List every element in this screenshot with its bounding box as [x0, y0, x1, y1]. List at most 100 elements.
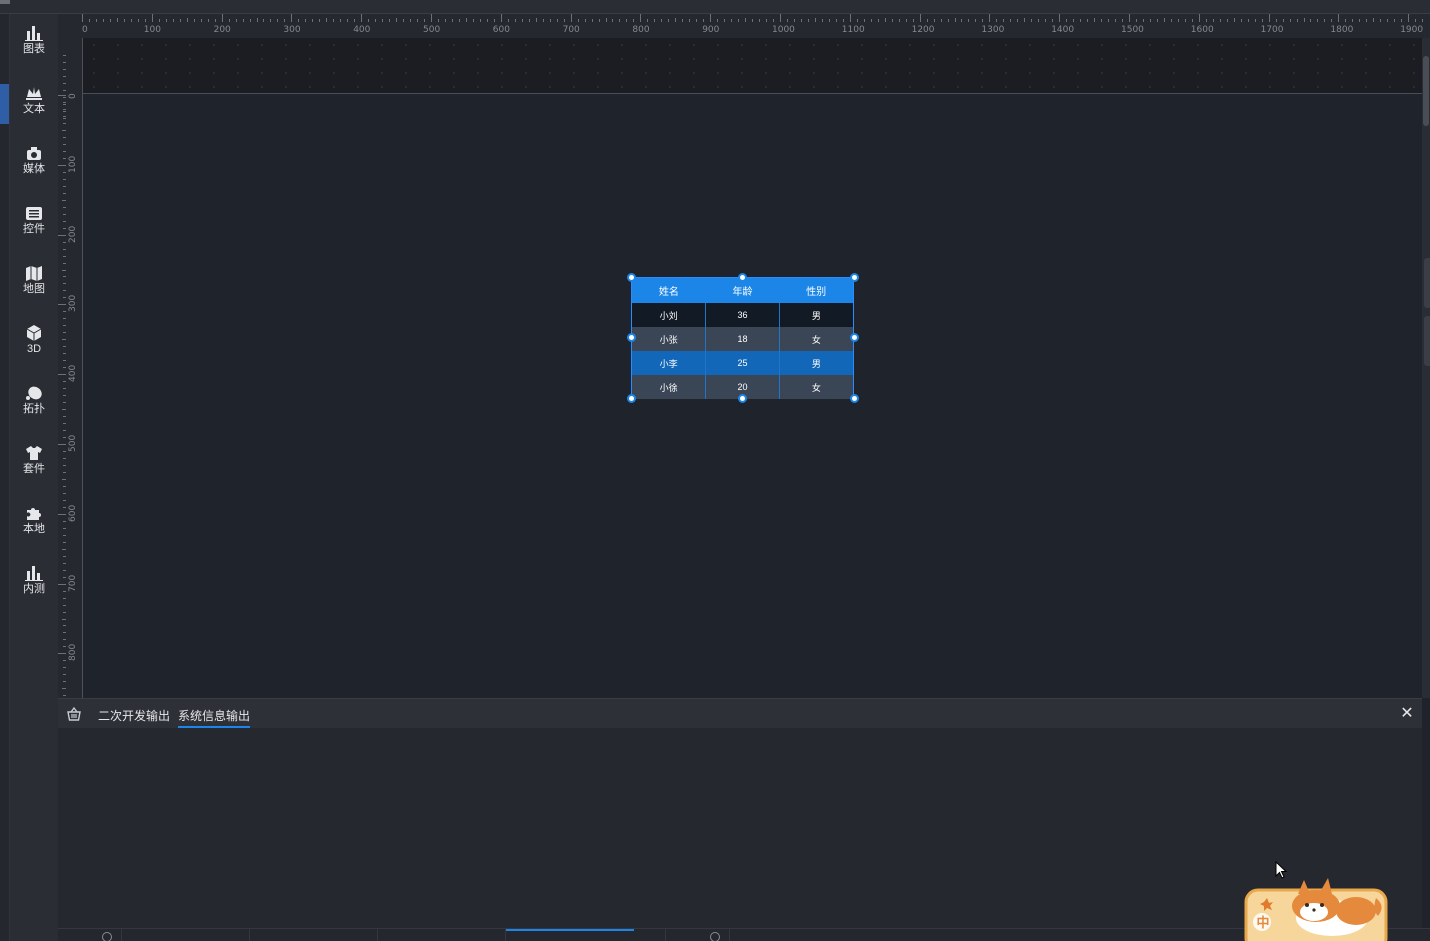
resize-handle-right[interactable]	[850, 333, 859, 342]
table-header-cell: 姓名	[632, 278, 706, 303]
ruler-tick	[319, 19, 321, 22]
ruler-tick	[102, 19, 104, 22]
ruler-tick	[458, 19, 460, 22]
resize-handle-top[interactable]	[738, 273, 747, 282]
sidebar-item-beta[interactable]: 内测	[10, 564, 58, 614]
ruler-tick	[1233, 18, 1235, 22]
right-panel-tab[interactable]	[1424, 258, 1430, 308]
ruler-tick	[63, 276, 66, 278]
right-panel-tab[interactable]	[1424, 316, 1430, 366]
ruler-tick	[1115, 19, 1117, 22]
sidebar-item-text[interactable]: 文本	[10, 84, 58, 134]
ruler-tick	[58, 164, 66, 166]
sidebar-item-widget[interactable]: 控件	[10, 204, 58, 254]
ruler-tick	[1108, 19, 1110, 22]
ruler-tick	[63, 534, 66, 536]
ruler-tick	[926, 19, 928, 22]
ruler-tick	[214, 19, 216, 22]
ruler-tick	[1240, 19, 1242, 22]
ruler-label: 300	[283, 25, 301, 35]
ruler-tick	[63, 360, 66, 362]
sidebar-item-topology[interactable]: 拓扑	[10, 384, 58, 434]
info-icon[interactable]	[710, 932, 720, 941]
ruler-label: 800	[632, 25, 650, 35]
sidebar-item-media[interactable]: 媒体	[10, 144, 58, 194]
sidebar-item-label: 套件	[23, 463, 45, 475]
sidebar-item-label: 地图	[23, 283, 45, 295]
fox-mascot[interactable]: 中	[1244, 876, 1388, 941]
sidebar-item-label: 控件	[23, 223, 45, 235]
ruler-tick	[63, 220, 66, 222]
ruler-tick	[95, 19, 97, 22]
resize-handle-top-right[interactable]	[850, 273, 859, 282]
close-icon[interactable]: ✕	[1398, 705, 1416, 723]
ruler-label: 0	[68, 93, 78, 99]
resize-handle-left[interactable]	[627, 333, 636, 342]
ruler-tick	[207, 19, 209, 22]
ruler-tick	[228, 19, 230, 22]
ruler-tick	[640, 14, 642, 22]
ruler-tick	[63, 695, 66, 697]
sidebar-item-chart[interactable]: 图表	[10, 24, 58, 74]
ruler-tick	[63, 332, 66, 334]
ruler-tick	[354, 19, 356, 22]
ruler-tick	[62, 548, 66, 550]
scrollbar-thumb[interactable]	[1423, 56, 1429, 126]
tab-dev-output[interactable]: 二次开发输出	[98, 707, 170, 724]
ruler-tick	[1219, 19, 1221, 22]
sidebar-item-local[interactable]: 本地	[10, 504, 58, 554]
ruler-tick	[63, 471, 66, 473]
editor-app: 图表 文本 媒体 控件 地图 3D 拓扑 套件 本地 内测 0 100 200 …	[0, 0, 1430, 941]
ruler-tick	[63, 353, 66, 355]
ruler-tick	[542, 19, 544, 22]
sidebar-item-3d[interactable]: 3D	[10, 324, 58, 374]
ruler-tick	[424, 19, 426, 22]
ruler-tick	[1352, 19, 1354, 22]
ruler-tick	[333, 19, 335, 22]
ruler-tick	[63, 68, 66, 70]
ruler-label: 600	[68, 504, 78, 522]
ruler-tick	[1296, 19, 1298, 22]
ruler-tick	[63, 457, 66, 459]
ruler-tick	[63, 171, 66, 173]
sidebar-item-map[interactable]: 地图	[10, 264, 58, 314]
ruler-tick	[800, 19, 802, 22]
ruler-tick	[368, 19, 370, 22]
ruler-tick	[863, 19, 865, 22]
ruler-tick	[1401, 19, 1403, 22]
ruler-tick	[1366, 19, 1368, 22]
resize-handle-bottom-left[interactable]	[627, 394, 636, 403]
ruler-tick	[968, 19, 970, 22]
ruler-tick	[63, 499, 66, 501]
sidebar-item-kit[interactable]: 套件	[10, 444, 58, 494]
tab-system-output[interactable]: 系统信息输出	[178, 707, 251, 728]
ruler-tick	[109, 19, 111, 22]
ruler-tick	[584, 19, 586, 22]
ruler-tick	[62, 618, 66, 620]
table-cell: 小徐	[632, 375, 707, 399]
resize-handle-bottom-right[interactable]	[850, 394, 859, 403]
ruler-tick	[814, 18, 816, 22]
resize-handle-top-left[interactable]	[627, 273, 636, 282]
ruler-tick	[312, 19, 314, 22]
table-widget[interactable]: 姓名 年龄 性别 小刘 36 男 小张 18 女 小李 25 男 小徐 20 女	[631, 277, 854, 399]
resize-handle-bottom[interactable]	[738, 394, 747, 403]
basket-icon[interactable]	[66, 706, 82, 722]
ruler-tick	[63, 660, 66, 662]
ruler-tick	[158, 19, 160, 22]
ruler-tick	[389, 19, 391, 22]
ruler-tick	[62, 339, 66, 341]
canvas-scrollbar[interactable]	[1422, 38, 1430, 698]
ruler-tick	[1038, 19, 1040, 22]
ruler-label: 500	[423, 25, 441, 35]
ruler-tick	[1045, 19, 1047, 22]
ruler-tick	[514, 19, 516, 22]
left-strip-accent	[0, 84, 9, 124]
puzzle-icon	[25, 504, 43, 522]
ruler-tick	[1024, 18, 1026, 22]
info-icon[interactable]	[102, 932, 112, 941]
ruler-tick	[63, 108, 66, 110]
ruler-tick	[58, 304, 66, 306]
ruler-tick	[598, 19, 600, 22]
status-cell	[378, 929, 506, 941]
